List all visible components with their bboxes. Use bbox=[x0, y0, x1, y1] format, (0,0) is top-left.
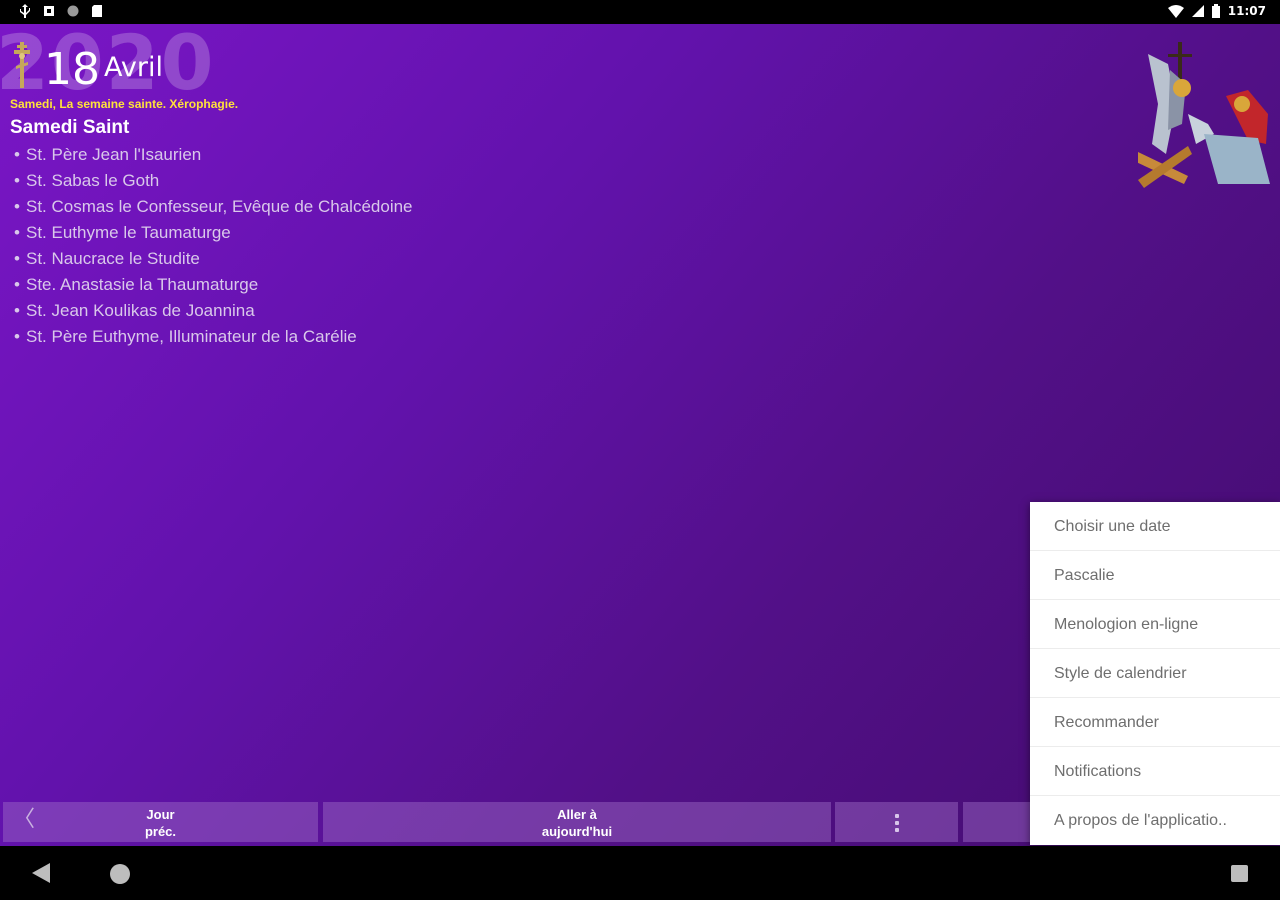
menu-item-about[interactable]: A propos de l'applicatio.. bbox=[1030, 796, 1280, 845]
saint-name: St. Euthyme le Taumaturge bbox=[26, 223, 231, 242]
saint-name: St. Père Jean l'Isaurien bbox=[26, 145, 202, 164]
menu-item-paschalion[interactable]: Pascalie bbox=[1030, 551, 1280, 600]
status-bar-left-icons bbox=[18, 4, 104, 18]
feast-title[interactable]: Samedi Saint bbox=[10, 117, 129, 139]
saint-item[interactable]: • St. Euthyme le Taumaturge bbox=[14, 220, 413, 246]
saint-item[interactable]: • St. Sabas le Goth bbox=[14, 168, 413, 194]
chevron-left-icon: 〈 bbox=[13, 806, 36, 831]
previous-day-label-2: préc. bbox=[144, 824, 177, 839]
home-icon[interactable] bbox=[110, 864, 130, 884]
status-time: 11:07 bbox=[1227, 4, 1266, 18]
go-to-today-label-1: Aller à bbox=[557, 807, 597, 822]
liturgical-subtitle: Samedi, La semaine sainte. Xérophagie. bbox=[10, 97, 239, 111]
saint-item[interactable]: • St. Père Euthyme, Illuminateur de la Ca… bbox=[14, 324, 413, 350]
previous-day-label-1: Jour bbox=[146, 807, 175, 822]
saint-name: St. Père Euthyme, Illuminateur de la Car… bbox=[26, 327, 357, 346]
go-to-today-button[interactable]: Aller à aujourd'hui bbox=[323, 802, 831, 842]
notification-icon bbox=[44, 6, 54, 16]
saints-list: • St. Père Jean l'Isaurien • St. Sabas le … bbox=[14, 142, 413, 350]
battery-icon bbox=[1211, 4, 1220, 18]
more-vert-icon bbox=[894, 814, 899, 832]
menu-item-choose-date[interactable]: Choisir une date bbox=[1030, 502, 1280, 551]
sd-card-icon bbox=[92, 5, 102, 17]
system-navigation-bar bbox=[0, 846, 1280, 900]
go-to-today-label-2: aujourd'hui bbox=[541, 824, 613, 839]
saint-item[interactable]: • St. Cosmas le Confesseur, Evêque de Cha… bbox=[14, 194, 413, 220]
sync-icon bbox=[67, 5, 79, 17]
saint-item[interactable]: • St. Naucrace le Studite bbox=[14, 246, 413, 272]
saint-name: St. Naucrace le Studite bbox=[26, 249, 200, 268]
saint-name: Ste. Anastasie la Thaumaturge bbox=[26, 275, 259, 294]
saint-name: St. Jean Koulikas de Joannina bbox=[26, 301, 255, 320]
day-number: 18 bbox=[44, 44, 100, 95]
saint-name: St. Sabas le Goth bbox=[26, 171, 160, 190]
back-icon[interactable] bbox=[32, 863, 50, 883]
month-name: Avril bbox=[104, 52, 163, 83]
saint-item[interactable]: • Ste. Anastasie la Thaumaturge bbox=[14, 272, 413, 298]
usb-icon bbox=[20, 4, 30, 18]
previous-day-button[interactable]: 〈 Jour préc. bbox=[3, 802, 318, 842]
saint-item[interactable]: • St. Père Jean l'Isaurien bbox=[14, 142, 413, 168]
recent-apps-icon[interactable] bbox=[1231, 865, 1248, 882]
more-options-button[interactable] bbox=[835, 802, 958, 842]
menu-item-notifications[interactable]: Notifications bbox=[1030, 747, 1280, 796]
menu-item-online-menologion[interactable]: Menologion en-ligne bbox=[1030, 600, 1280, 649]
wifi-icon bbox=[1167, 4, 1184, 18]
menu-item-calendar-style[interactable]: Style de calendrier bbox=[1030, 649, 1280, 698]
orthodox-cross-icon[interactable] bbox=[10, 40, 34, 90]
feast-icon-image bbox=[1138, 42, 1270, 188]
cellular-icon bbox=[1191, 5, 1204, 17]
status-bar: 11:07 bbox=[0, 0, 1280, 24]
saint-name: St. Cosmas le Confesseur, Evêque de Chal… bbox=[26, 197, 413, 216]
status-bar-right-icons: 11:07 bbox=[1167, 4, 1266, 18]
menu-item-recommend[interactable]: Recommander bbox=[1030, 698, 1280, 747]
saint-item[interactable]: • St. Jean Koulikas de Joannina bbox=[14, 298, 413, 324]
overflow-menu: Choisir une date Pascalie Menologion en-… bbox=[1030, 502, 1280, 845]
